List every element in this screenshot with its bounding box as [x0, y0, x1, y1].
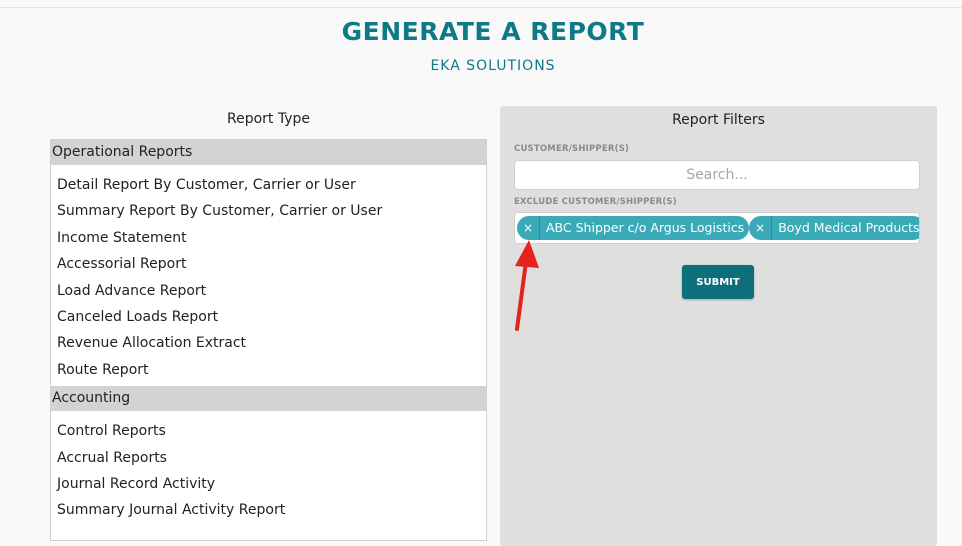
report-item-journal-record-activity[interactable]: Journal Record Activity	[51, 471, 486, 497]
report-item-load-advance-report[interactable]: Load Advance Report	[51, 278, 486, 304]
report-filters-heading: Report Filters	[672, 112, 765, 128]
report-filters-panel: Report Filters CUSTOMER/SHIPPER(S) EXCLU…	[500, 106, 937, 546]
tag-label: ABC Shipper c/o Argus Logistics	[546, 220, 745, 235]
remove-tag-icon[interactable]: ×	[749, 216, 773, 240]
report-item-accrual-reports[interactable]: Accrual Reports	[51, 445, 486, 471]
customer-search-input[interactable]	[514, 160, 920, 190]
page-title: GENERATE A REPORT	[341, 17, 645, 46]
report-item-control-reports[interactable]: Control Reports	[51, 418, 486, 444]
excluded-tag-abc-shipper: × ABC Shipper c/o Argus Logistics	[517, 216, 750, 240]
group-operational-reports: Detail Report By Customer, Carrier or Us…	[51, 165, 486, 386]
report-item-income-statement[interactable]: Income Statement	[51, 225, 486, 251]
tag-label: Boyd Medical Products	[778, 220, 920, 235]
group-header-operational-reports: Operational Reports	[51, 140, 486, 165]
customer-shipper-label: CUSTOMER/SHIPPER(S)	[514, 144, 630, 154]
report-item-detail-report[interactable]: Detail Report By Customer, Carrier or Us…	[51, 172, 486, 198]
report-item-revenue-allocation-extract[interactable]: Revenue Allocation Extract	[51, 330, 486, 356]
submit-button[interactable]: SUBMIT	[682, 265, 754, 299]
report-item-summary-report[interactable]: Summary Report By Customer, Carrier or U…	[51, 198, 486, 224]
exclude-customer-select[interactable]: × ABC Shipper c/o Argus Logistics × Boyd M…	[514, 212, 920, 244]
top-divider	[0, 7, 962, 8]
report-item-route-report[interactable]: Route Report	[51, 357, 486, 383]
excluded-tag-boyd-medical: × Boyd Medical Products	[749, 216, 920, 240]
group-accounting: Control Reports Accrual Reports Journal …	[51, 411, 486, 527]
group-header-accounting: Accounting	[51, 386, 486, 412]
remove-tag-icon[interactable]: ×	[517, 216, 540, 240]
report-type-heading: Report Type	[226, 111, 310, 127]
report-item-accessorial-report[interactable]: Accessorial Report	[51, 251, 486, 277]
report-item-summary-journal-activity-report[interactable]: Summary Journal Activity Report	[51, 497, 486, 523]
company-subtitle: EKA SOLUTIONS	[430, 58, 556, 74]
exclude-customer-label: EXCLUDE CUSTOMER/SHIPPER(S)	[514, 197, 677, 207]
report-item-canceled-loads-report[interactable]: Canceled Loads Report	[51, 304, 486, 330]
report-type-list[interactable]: Operational Reports Detail Report By Cus…	[50, 139, 487, 541]
